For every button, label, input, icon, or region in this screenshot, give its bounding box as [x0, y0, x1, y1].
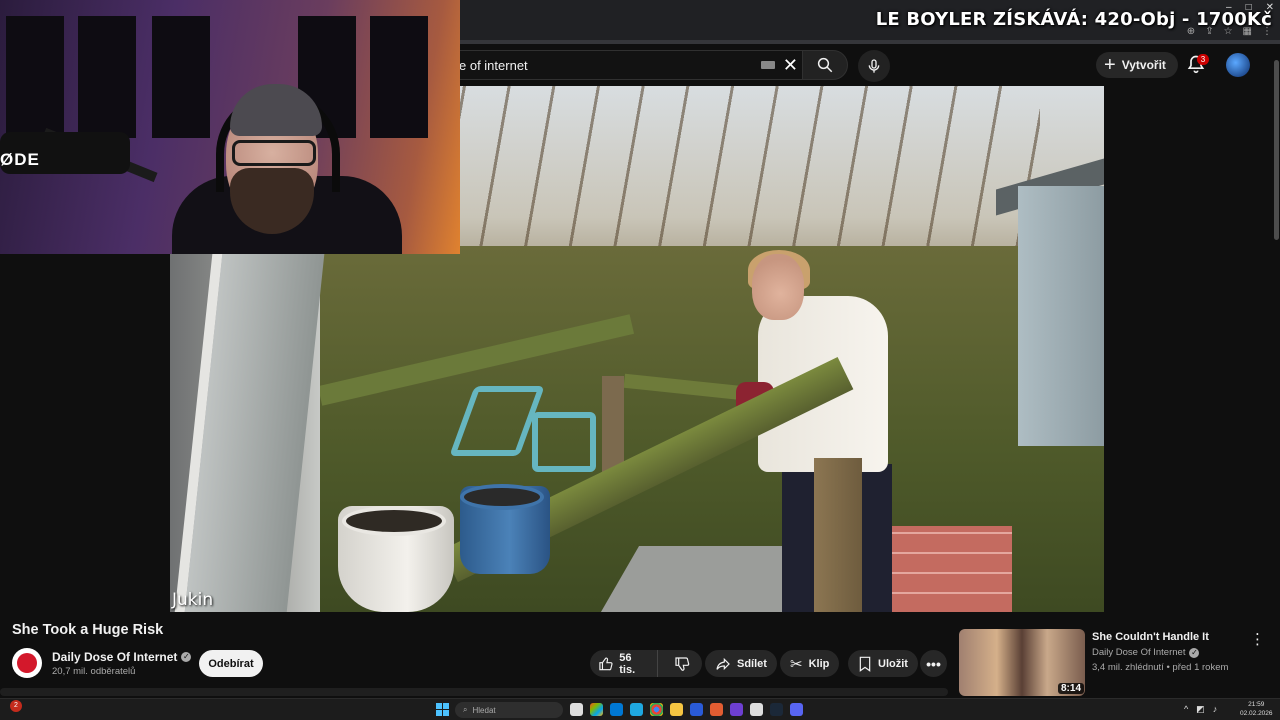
- description-box-edge: [0, 688, 948, 696]
- share-button[interactable]: Sdílet: [705, 650, 777, 677]
- search-icon: ⌕: [463, 705, 468, 714]
- taskbar-apps: [570, 703, 803, 716]
- channel-name[interactable]: Daily Dose Of Internet: [52, 650, 177, 664]
- video-scene-shed: [1018, 186, 1104, 446]
- subscriber-count: 20,7 mil. odběratelů: [52, 666, 136, 677]
- clock-time: 21:59: [1248, 701, 1265, 708]
- widgets-icon[interactable]: [590, 703, 603, 716]
- save-label: Uložit: [878, 657, 908, 670]
- steam-icon[interactable]: [770, 703, 783, 716]
- bookmark-icon: [859, 656, 871, 672]
- like-dislike-group: 56 tis.: [590, 650, 702, 677]
- video-scene-railing-post: [814, 458, 862, 612]
- edge-browser-icon[interactable]: [630, 703, 643, 716]
- video-scene-blue-pot-rim: [460, 484, 544, 510]
- windows-taskbar: ⌕ Hledat ^ ◩ ♪ 21:59 02.02.2026: [0, 698, 1280, 720]
- recommendation-channel[interactable]: Daily Dose Of Internet ✓: [1092, 647, 1200, 658]
- recommendation-duration: 8:14: [1058, 683, 1085, 694]
- search-input[interactable]: e of internet ✕: [440, 50, 808, 80]
- stream-overlay-text: LE BOYLER ZÍSKÁVÁ: 420-Obj - 1700Kč: [875, 9, 1272, 30]
- app-icon[interactable]: [750, 703, 763, 716]
- create-button[interactable]: + Vytvořit: [1096, 52, 1178, 78]
- taskbar-clock[interactable]: 21:59 02.02.2026: [1240, 700, 1273, 718]
- tray-chevron-icon[interactable]: ^: [1184, 704, 1188, 715]
- video-meta-bar: She Took a Huge Risk Daily Dose Of Inter…: [0, 612, 1280, 698]
- discord-icon[interactable]: [790, 703, 803, 716]
- clock-date: 02.02.2026: [1240, 710, 1273, 717]
- channel-logo-icon: [17, 653, 37, 673]
- save-button[interactable]: Uložit: [848, 650, 918, 677]
- notification-count-badge: 3: [1197, 54, 1209, 65]
- app-icon[interactable]: [730, 703, 743, 716]
- recommendation-channel-name[interactable]: Daily Dose Of Internet: [1092, 647, 1185, 658]
- subscribe-button[interactable]: Odebírat: [199, 650, 263, 677]
- verified-check-icon: ✓: [1189, 647, 1200, 658]
- channel-name-link[interactable]: Daily Dose Of Internet ✓: [52, 650, 192, 664]
- dislike-button[interactable]: [664, 650, 702, 677]
- taskbar-notification-badge[interactable]: 2: [10, 700, 22, 712]
- share-arrow-icon: [716, 657, 730, 670]
- app-icon[interactable]: [690, 703, 703, 716]
- microphone-brand-logo: ØDE: [0, 150, 40, 169]
- windows-start-icon[interactable]: [436, 703, 449, 716]
- recommendation-views-age: 3,4 mil. zhlédnutí • před 1 rokem: [1092, 662, 1229, 673]
- app-icon[interactable]: [710, 703, 723, 716]
- create-label: Vytvořit: [1121, 58, 1166, 72]
- account-avatar[interactable]: [1226, 53, 1250, 77]
- microphone-icon: [868, 59, 880, 73]
- clip-label: Klip: [808, 657, 830, 670]
- search-button[interactable]: [802, 50, 848, 80]
- system-tray: ^ ◩ ♪: [1184, 704, 1217, 715]
- acoustic-foam-panel: [78, 16, 136, 138]
- thumbs-up-icon: [599, 657, 613, 670]
- thumbs-down-icon: [675, 656, 690, 671]
- task-view-icon[interactable]: [570, 703, 583, 716]
- more-actions-button[interactable]: •••: [920, 650, 947, 677]
- plus-icon: +: [1104, 54, 1116, 76]
- video-watermark: Jukin: [172, 590, 214, 610]
- search-icon: [817, 57, 833, 73]
- video-title: She Took a Huge Risk: [12, 622, 164, 638]
- scissors-icon: ✂: [790, 655, 803, 673]
- video-scene-bricks: [876, 526, 1012, 612]
- streamer-webcam: ØDE: [0, 0, 460, 254]
- share-label: Sdílet: [737, 657, 767, 670]
- like-count: 56 tis.: [619, 651, 636, 676]
- chrome-browser-icon[interactable]: [650, 703, 663, 716]
- acoustic-foam-panel: [152, 16, 210, 138]
- search-query[interactable]: e of internet: [459, 58, 761, 73]
- like-button[interactable]: 56 tis.: [590, 650, 658, 677]
- recommendation-menu-icon[interactable]: ⋮: [1250, 630, 1265, 648]
- clear-search-icon[interactable]: ✕: [783, 56, 798, 74]
- network-icon[interactable]: ◩: [1196, 704, 1205, 715]
- file-explorer-icon[interactable]: [670, 703, 683, 716]
- channel-avatar[interactable]: [12, 648, 42, 678]
- verified-check-icon: ✓: [181, 652, 192, 662]
- clip-button[interactable]: ✂ Klip: [780, 650, 840, 677]
- video-scene-white-pot-rim: [342, 506, 446, 536]
- video-scene-chair: [532, 412, 596, 472]
- taskbar-search-box[interactable]: ⌕ Hledat: [455, 702, 563, 718]
- voice-search-button[interactable]: [858, 50, 890, 82]
- more-horizontal-icon: •••: [926, 655, 941, 672]
- recommendation-title[interactable]: She Couldn't Handle It: [1092, 631, 1209, 643]
- acoustic-foam-panel: [370, 16, 428, 138]
- acoustic-foam-panel: [6, 16, 64, 138]
- volume-icon[interactable]: ♪: [1213, 704, 1218, 715]
- page-scrollbar-thumb[interactable]: [1274, 60, 1279, 240]
- video-scene-person-head: [752, 254, 804, 320]
- store-icon[interactable]: [610, 703, 623, 716]
- keyboard-icon[interactable]: [760, 61, 775, 69]
- streamer-glasses: [232, 140, 316, 166]
- taskbar-search-placeholder: Hledat: [472, 705, 496, 715]
